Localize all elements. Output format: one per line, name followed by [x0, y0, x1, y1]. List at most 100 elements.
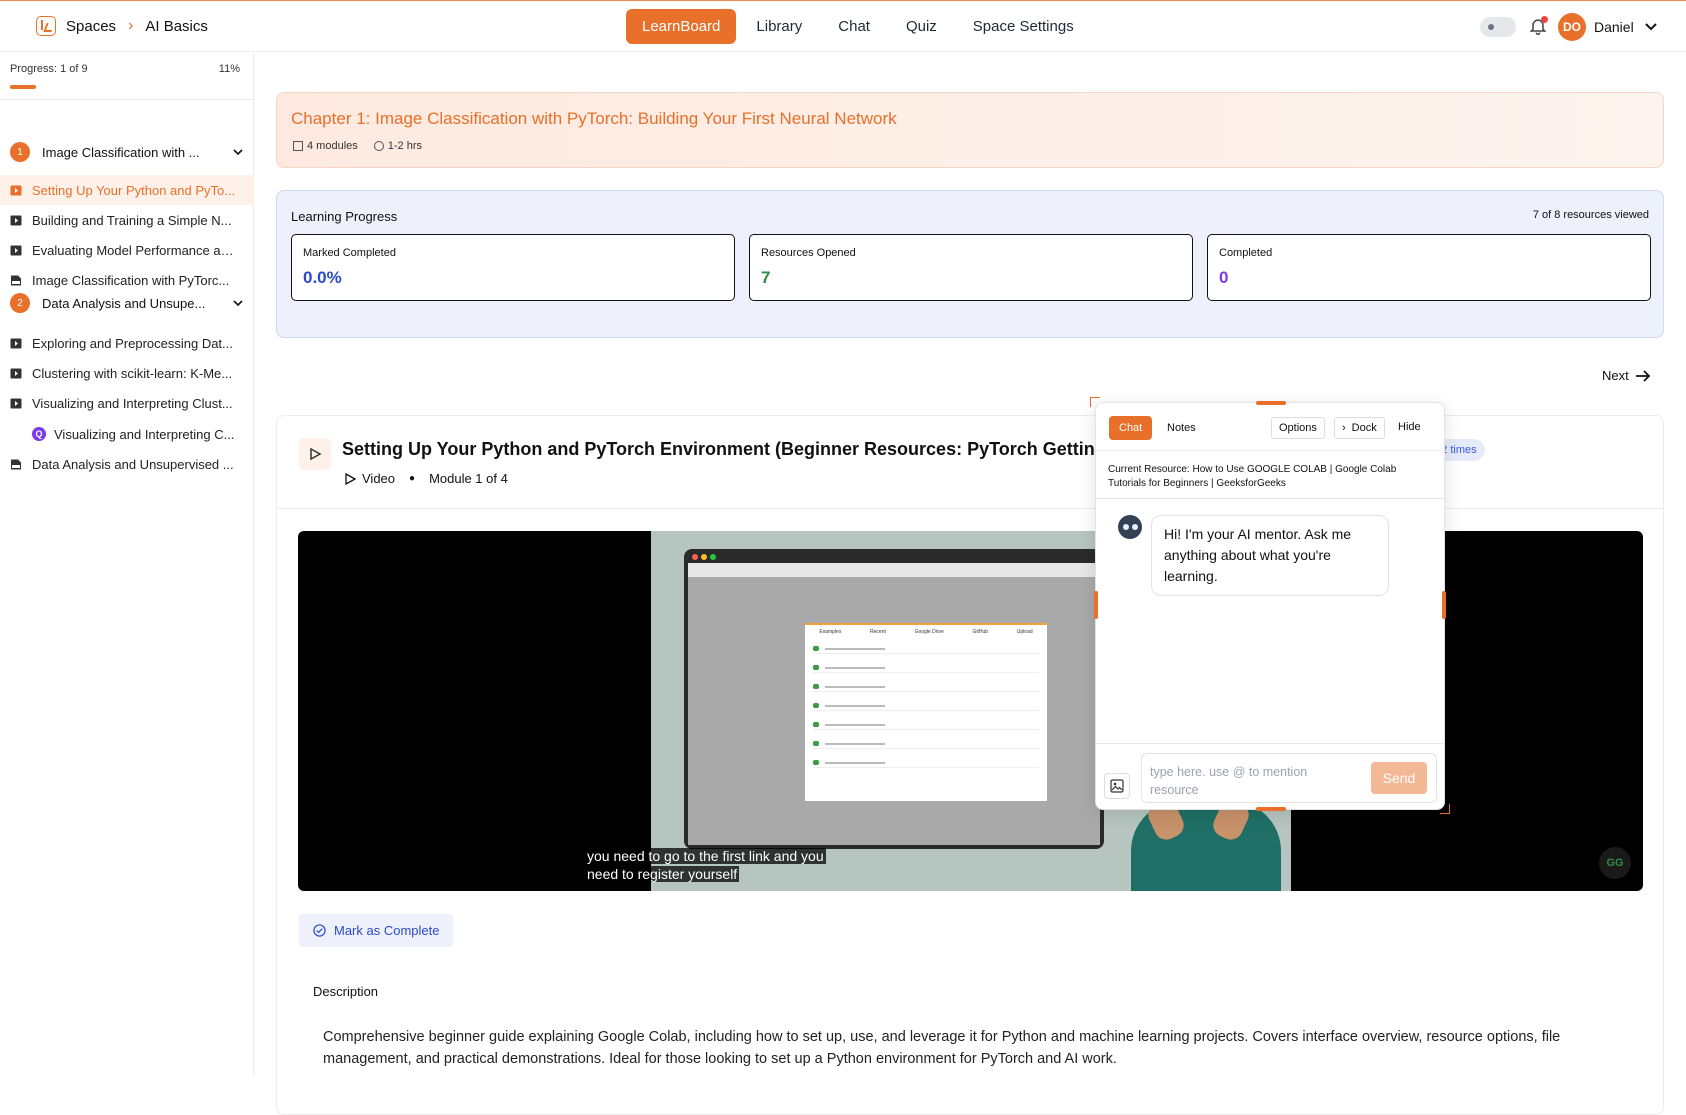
chapter-title: Image Classification with ... — [42, 144, 200, 160]
resources-viewed-count: 7 of 8 resources viewed — [1532, 209, 1649, 221]
sidebar-module[interactable]: Evaluating Model Performance an... — [0, 235, 254, 265]
next-button[interactable]: Next — [1602, 368, 1651, 383]
pdf-icon — [11, 459, 21, 469]
chapter-header: Chapter 1: Image Classification with PyT… — [276, 92, 1664, 168]
nav-learnboard[interactable]: LearnBoard — [626, 9, 737, 44]
description-heading: Description — [313, 984, 379, 999]
dock-button[interactable]: › Dock — [1334, 417, 1385, 439]
user-area: DO Daniel — [1480, 13, 1658, 41]
top-bar: Spaces › AI Basics LearnBoard Library Ch… — [0, 0, 1686, 52]
resource-card: Setting Up Your Python and PyTorch Envir… — [276, 415, 1664, 1115]
notification-bell-icon[interactable] — [1528, 16, 1548, 38]
module-title: Clustering with scikit-learn: K-Me... — [32, 365, 233, 381]
video-icon — [10, 185, 22, 195]
clock-icon — [373, 141, 384, 151]
chevron-right-icon: › — [1342, 422, 1346, 434]
sidebar-module[interactable]: Exploring and Preprocessing Dat... — [0, 328, 254, 358]
nav-space-settings[interactable]: Space Settings — [957, 9, 1090, 44]
avatar[interactable]: DO — [1558, 13, 1586, 41]
breadcrumb-current[interactable]: AI Basics — [145, 18, 208, 35]
play-icon[interactable] — [299, 438, 331, 470]
module-position: Module 1 of 4 — [429, 471, 508, 486]
image-upload-icon[interactable] — [1104, 773, 1130, 799]
resize-handle[interactable] — [1256, 401, 1286, 405]
module-title: Visualizing and Interpreting Clust... — [32, 395, 233, 411]
breadcrumb-spaces[interactable]: Spaces — [66, 18, 116, 35]
arrow-right-icon — [1635, 369, 1651, 382]
sidebar-module[interactable]: Data Analysis and Unsupervised ... — [0, 449, 254, 479]
chevron-down-icon[interactable] — [232, 146, 244, 158]
video-icon — [10, 398, 22, 408]
app-logo-icon[interactable] — [36, 16, 56, 36]
book-icon — [293, 141, 303, 151]
colab-dialog-image: Examples Recent Google Drive GitHub Upload — [805, 623, 1047, 801]
sidebar-module[interactable]: Building and Training a Simple N... — [0, 205, 254, 235]
module-title: Building and Training a Simple N... — [32, 212, 232, 228]
next-label: Next — [1602, 368, 1629, 383]
resize-handle[interactable] — [1256, 807, 1286, 811]
chapter-title: Data Analysis and Unsupe... — [42, 295, 206, 311]
chat-message: Hi! I'm your AI mentor. Ask me anything … — [1151, 515, 1389, 596]
chapter-number: 1 — [10, 142, 30, 162]
module-title: Image Classification with PyTorc... — [32, 272, 230, 288]
sidebar-module[interactable]: Setting Up Your Python and PyTo... — [0, 175, 254, 205]
chapter-number: 2 — [10, 293, 30, 313]
current-resource: Current Resource: How to Use GOOGLE COLA… — [1108, 464, 1397, 489]
chevron-down-icon[interactable] — [1644, 20, 1658, 34]
video-icon — [10, 338, 22, 348]
stat-marked-completed: Marked Completed 0.0% — [291, 234, 735, 301]
chat-input[interactable]: type here. use @ to mention resource Sen… — [1141, 753, 1437, 803]
video-icon — [10, 245, 22, 255]
divider — [277, 508, 1663, 509]
sidebar-module[interactable]: Q Visualizing and Interpreting C... — [0, 419, 254, 449]
dock-label: Dock — [1351, 422, 1377, 434]
hide-button[interactable]: Hide — [1391, 417, 1428, 439]
sidebar-module[interactable]: Image Classification with PyTorc... — [0, 265, 254, 295]
notification-dot — [1541, 16, 1548, 23]
stat-label: Resources Opened — [761, 247, 856, 259]
stat-value: 0.0% — [303, 268, 342, 287]
chevron-right-icon: › — [128, 17, 134, 34]
nav-chat[interactable]: Chat — [822, 9, 886, 44]
chevron-down-icon[interactable] — [232, 297, 244, 309]
stat-completed: Completed 0 — [1207, 234, 1651, 301]
sidebar-module[interactable]: Clustering with scikit-learn: K-Me... — [0, 358, 254, 388]
resource-meta: Video ● Module 1 of 4 — [344, 471, 508, 486]
sidebar-chapter-2[interactable]: 2 Data Analysis and Unsupe... — [10, 293, 244, 313]
send-button[interactable]: Send — [1371, 762, 1427, 794]
video-icon — [10, 215, 22, 225]
options-button[interactable]: Options — [1271, 417, 1325, 439]
progress-row: Progress: 1 of 9 11% — [10, 63, 240, 75]
breadcrumb: Spaces › AI Basics — [36, 16, 208, 36]
module-count: 4 modules — [307, 140, 358, 152]
progress-bar — [10, 85, 36, 89]
description-text: Comprehensive beginner guide explaining … — [323, 1029, 1561, 1067]
stat-value: 7 — [761, 268, 771, 287]
user-name[interactable]: Daniel — [1594, 19, 1634, 35]
nav-library[interactable]: Library — [740, 9, 818, 44]
stat-label: Marked Completed — [303, 247, 396, 259]
stat-label: Completed — [1219, 247, 1273, 259]
tab-notes[interactable]: Notes — [1157, 416, 1206, 440]
bot-avatar-icon — [1118, 515, 1142, 539]
module-title: Exploring and Preprocessing Dat... — [32, 335, 233, 351]
quiz-icon: Q — [32, 427, 46, 441]
mark-complete-button[interactable]: Mark as Complete — [299, 914, 454, 947]
check-circle-icon — [313, 924, 326, 937]
tab-chat[interactable]: Chat — [1109, 416, 1153, 440]
resize-handle[interactable] — [1094, 591, 1098, 619]
laptop-image: Examples Recent Google Drive GitHub Upload — [684, 549, 1104, 849]
divider — [0, 99, 254, 100]
divider — [1096, 498, 1444, 499]
resize-corner[interactable] — [1440, 804, 1450, 814]
resource-title: Setting Up Your Python and PyTorch Envir… — [342, 439, 1106, 459]
sidebar: Progress: 1 of 9 11% 1 Image Classificat… — [0, 53, 254, 1075]
nav-quiz[interactable]: Quiz — [890, 9, 953, 44]
sidebar-chapter-1[interactable]: 1 Image Classification with ... — [10, 142, 244, 162]
resize-handle[interactable] — [1442, 591, 1446, 619]
divider — [1096, 450, 1444, 451]
ai-mentor-chat-panel: Chat Notes Options › Dock Hide Current Re… — [1094, 401, 1446, 811]
theme-toggle[interactable] — [1480, 17, 1516, 37]
duration: 1-2 hrs — [387, 140, 423, 152]
sidebar-module[interactable]: Visualizing and Interpreting Clust... — [0, 388, 254, 418]
